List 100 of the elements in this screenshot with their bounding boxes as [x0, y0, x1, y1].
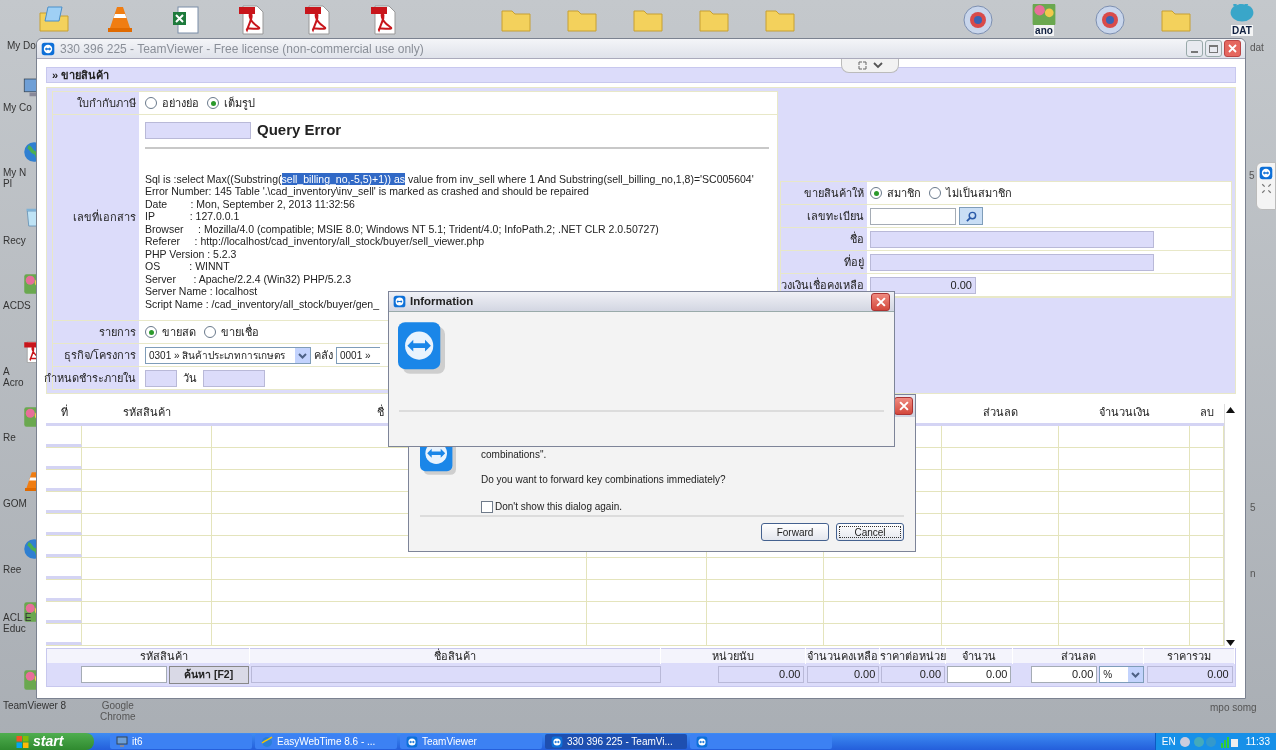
- teamviewer-icon: [41, 41, 55, 56]
- column-header: ชื่อสินค้า: [434, 647, 477, 664]
- desktop-icon-label: mpo somg: [1210, 701, 1257, 715]
- error-text: Server : Apache/2.2.4 (Win32) PHP/5.2.3: [145, 272, 352, 285]
- section-title: » ขายสินค้า: [52, 67, 110, 83]
- search-icon: [965, 210, 977, 222]
- input-field[interactable]: [145, 121, 251, 139]
- error-text: Error Number: 145 Table '.\cad_inventory\inv_sell' is marked as crashed and should be repaired: [145, 185, 589, 198]
- cancel-button[interactable]: Cancel: [836, 523, 904, 541]
- radio-label[interactable]: ขายเชื่อ: [221, 323, 259, 341]
- side-panel-tab[interactable]: [1256, 162, 1276, 210]
- column-header: รหัสสินค้า: [123, 404, 171, 420]
- emblem-icon[interactable]: [962, 4, 994, 36]
- column-header: ส่วนลด: [983, 404, 1018, 420]
- dropdown[interactable]: 0301 » สินค้าประเภทการเกษตร: [145, 346, 311, 364]
- input-field[interactable]: [80, 665, 167, 683]
- field-label: วงเงินเชื่อคงเหลือ: [781, 276, 864, 293]
- minimize-button[interactable]: [1186, 40, 1203, 57]
- close-icon: [1228, 44, 1237, 53]
- input-field[interactable]: [203, 369, 265, 387]
- column-header: ที่: [60, 403, 68, 420]
- input-field[interactable]: [870, 253, 1154, 271]
- taskbar-button[interactable]: [690, 734, 832, 749]
- desktop-icon-label: GOM: [3, 498, 27, 509]
- desktop-icon-label: dat: [1250, 41, 1264, 55]
- input-field[interactable]: 0.00: [1031, 666, 1098, 683]
- radio-button[interactable]: [207, 97, 219, 109]
- radio-label[interactable]: ขายสด: [162, 323, 196, 341]
- dialog-text: Do you want to forward key combinations immediately?: [481, 473, 726, 487]
- teamviewer-icon: [696, 735, 708, 748]
- desktop-icon-label: Recy: [3, 235, 26, 246]
- input-field[interactable]: [250, 666, 661, 683]
- close-button[interactable]: [871, 292, 890, 311]
- value-field[interactable]: 0.00: [881, 666, 946, 683]
- forward-button[interactable]: Forward: [761, 523, 829, 541]
- app-icon[interactable]: [22, 600, 36, 624]
- desktop-icon-label: Chrome: [100, 711, 136, 722]
- computer-icon: [116, 735, 128, 748]
- traffic-cone-icon[interactable]: [22, 470, 36, 494]
- column-header: ชื่: [377, 403, 384, 420]
- value-field[interactable]: 0.00: [807, 666, 880, 683]
- taskbar-button[interactable]: 330 396 225 - TeamVi...: [545, 734, 687, 749]
- radio-button[interactable]: [145, 326, 157, 338]
- network-icon[interactable]: [1178, 735, 1239, 748]
- scroll-down-icon[interactable]: [1226, 640, 1235, 646]
- input-field[interactable]: [870, 230, 1154, 248]
- icon-badge: DAT: [1231, 25, 1253, 36]
- maximize-button[interactable]: [1205, 40, 1222, 57]
- radio-button[interactable]: [145, 97, 157, 109]
- radio-button[interactable]: [929, 187, 941, 199]
- scroll-up-icon[interactable]: [1226, 407, 1235, 413]
- input-field[interactable]: [870, 207, 956, 225]
- close-button[interactable]: [1224, 40, 1241, 57]
- field-label: รายการ: [99, 324, 136, 340]
- radio-label[interactable]: สมาชิก: [887, 184, 921, 202]
- chevron-down-icon[interactable]: [872, 62, 883, 69]
- desktop-icon-label: ACDS: [3, 300, 31, 311]
- field-label: คลัง: [314, 347, 333, 363]
- spreadsheet-icon[interactable]: [170, 4, 202, 36]
- column-header: จำนวนคงเหลือ: [807, 648, 879, 664]
- value-field[interactable]: 0.00: [870, 276, 976, 294]
- windows-logo-icon: [16, 735, 29, 748]
- dialog-title: Information: [410, 293, 474, 309]
- radio-label[interactable]: เต็มรูป: [224, 94, 255, 112]
- column-header: จำนวนเงิน: [1099, 404, 1150, 420]
- field-label: ที่อยู่: [844, 253, 864, 271]
- emblem-icon[interactable]: [1094, 4, 1126, 36]
- desktop-icon-label: Ree: [3, 564, 22, 575]
- dropdown[interactable]: 0001 »: [336, 346, 380, 364]
- radio-button[interactable]: [204, 326, 216, 338]
- value-field[interactable]: 0.00: [718, 666, 805, 683]
- field-label: เลขทะเบียน: [807, 208, 864, 224]
- remote-toolbar-tab[interactable]: [841, 59, 899, 73]
- checkbox[interactable]: [481, 500, 493, 513]
- desktop-icon-label: TeamViewer 8: [3, 700, 67, 711]
- field-label: ธุรกิจ/โครงการ: [63, 347, 136, 364]
- checkbox-label[interactable]: Don't show this dialog again.: [495, 499, 622, 514]
- radio-label[interactable]: ไม่เป็นสมาชิก: [946, 184, 1012, 202]
- radio-button[interactable]: [870, 187, 882, 199]
- error-text: OS : WINNT: [145, 260, 230, 273]
- radio-label[interactable]: อย่างย่อ: [162, 94, 199, 112]
- desktop-icon-label: Google: [101, 700, 134, 711]
- taskbar-button[interactable]: EasyWebTime 8.6 - ...: [255, 734, 397, 749]
- taskbar-button[interactable]: it6: [110, 734, 252, 749]
- expand-icon[interactable]: [1260, 183, 1272, 194]
- field-label: วัน: [183, 370, 197, 386]
- desktop-icon-label: n: [1250, 567, 1256, 581]
- input-field[interactable]: [145, 369, 177, 387]
- dialog-text: combinations".: [481, 448, 548, 462]
- teamviewer-icon: [406, 735, 418, 748]
- value-field[interactable]: 0.00: [1146, 666, 1233, 683]
- field-label: ใบกำกับภาษี: [77, 95, 136, 111]
- search-button[interactable]: ค้นหา [F2]: [168, 665, 249, 684]
- input-field[interactable]: 0.00: [947, 666, 1012, 683]
- taskbar-button[interactable]: TeamViewer: [400, 734, 542, 749]
- field-label: เลขที่เอกสาร: [73, 209, 136, 226]
- dropdown[interactable]: %: [1099, 666, 1145, 683]
- search-button[interactable]: [959, 207, 983, 225]
- fullscreen-icon[interactable]: [857, 61, 867, 70]
- desktop-icon-label: Re: [3, 432, 16, 443]
